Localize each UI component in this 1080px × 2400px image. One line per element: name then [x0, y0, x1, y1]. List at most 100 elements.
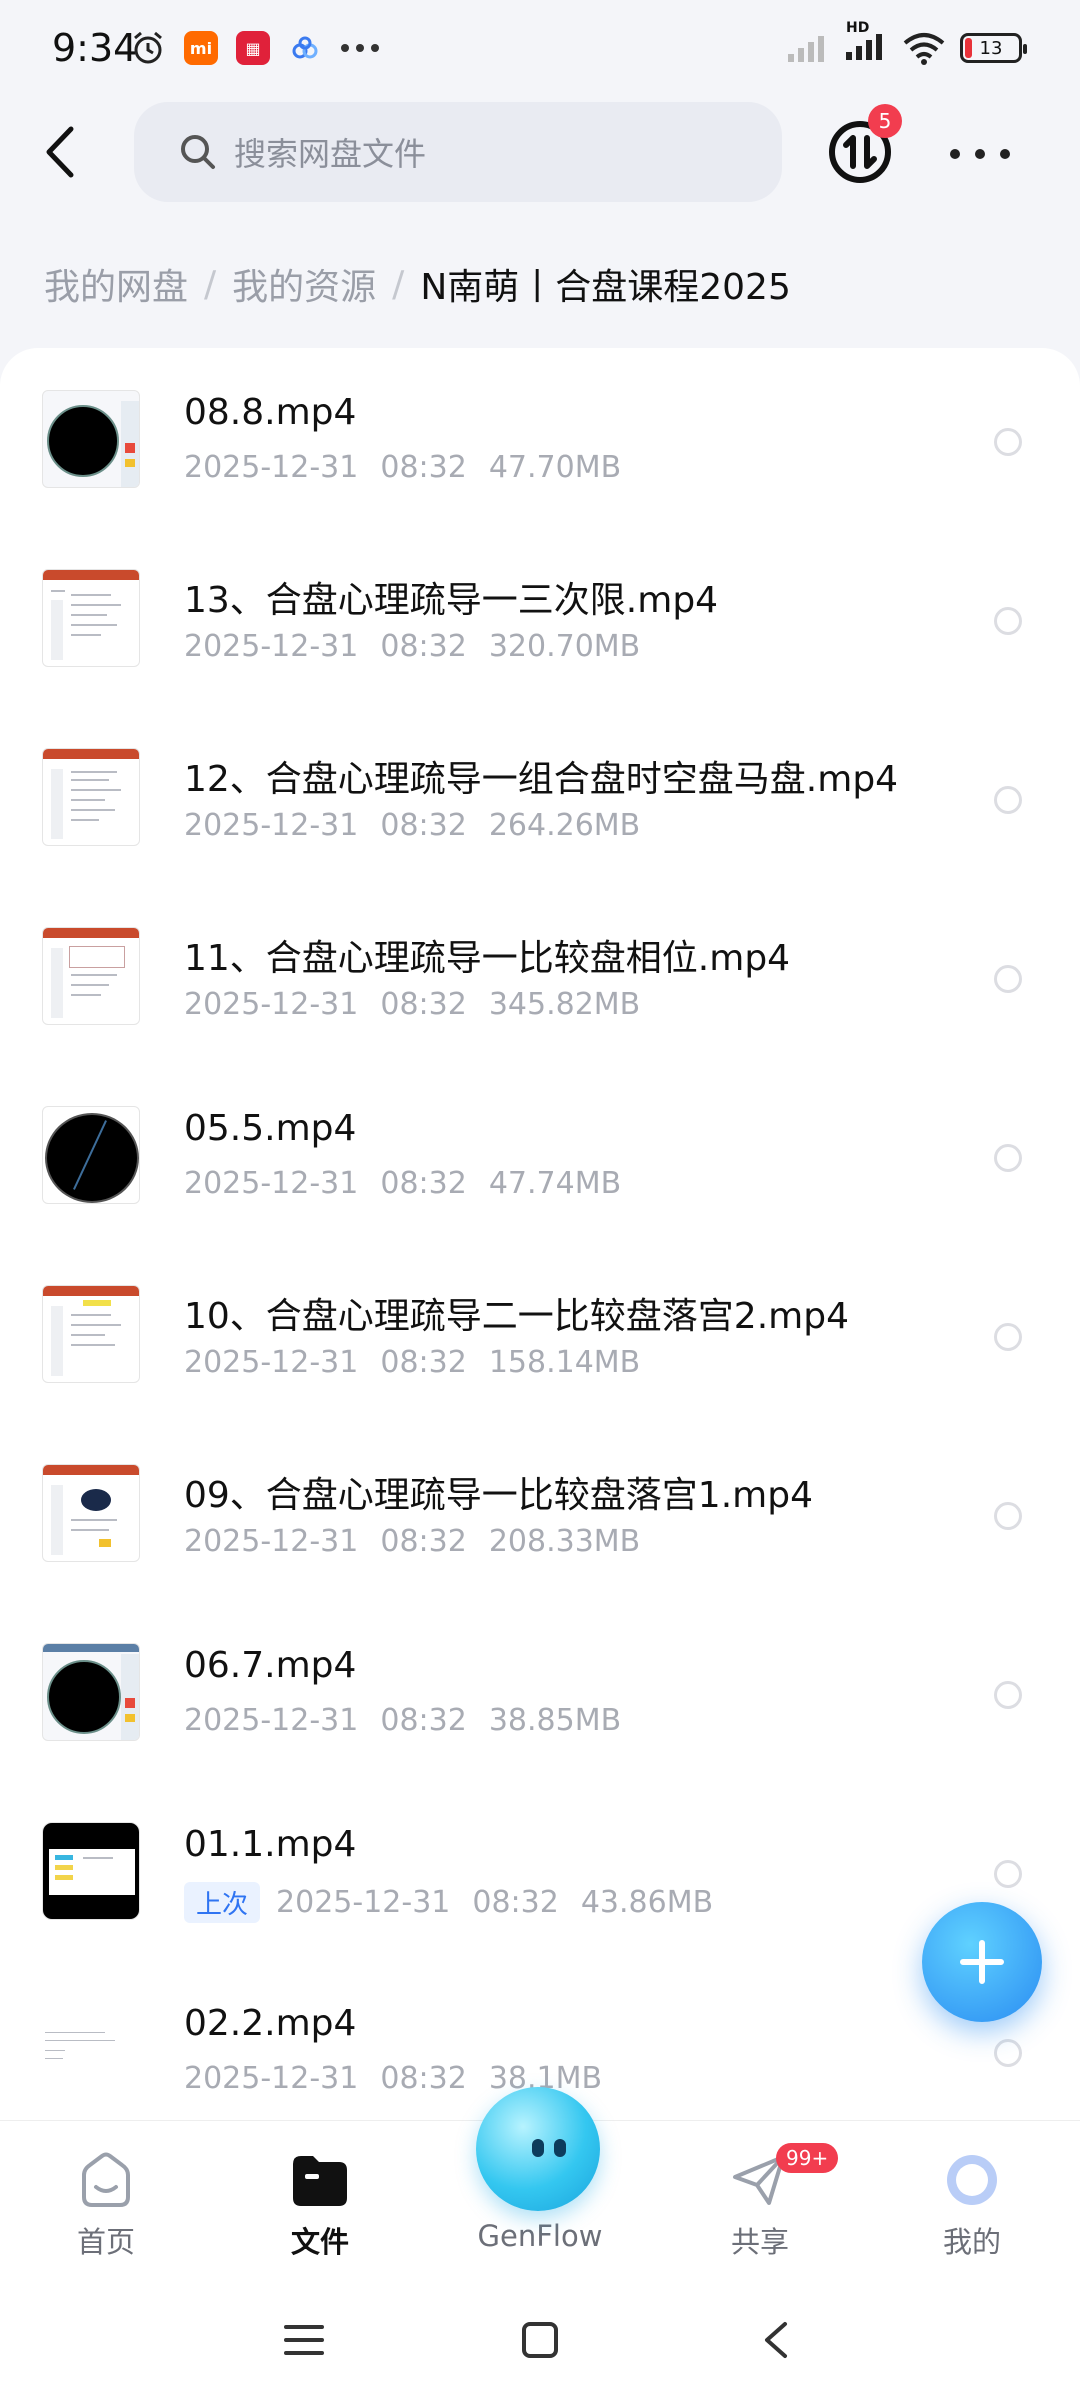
nav-share[interactable]: 共享 99+: [680, 2143, 840, 2261]
file-row[interactable]: 05.5.mp4 2025-12-31 08:32 47.74MB: [0, 1064, 1080, 1244]
plus-icon: [960, 1940, 1004, 1984]
file-time: 08:32: [380, 987, 467, 1022]
breadcrumb-my-resources[interactable]: 我的资源: [232, 258, 376, 310]
file-name: 12、合盘心理疏导一组合盘时空盘马盘.mp4: [184, 759, 899, 800]
pinduoduo-app-icon: ▦: [236, 31, 270, 65]
search-input[interactable]: 搜索网盘文件: [134, 102, 782, 202]
back-system-button[interactable]: [746, 2310, 806, 2370]
file-row[interactable]: 13、合盘心理疏导一三次限.mp4 2025-12-31 08:32 320.7…: [0, 527, 1080, 707]
menu-icon: [284, 2325, 324, 2355]
nav-profile[interactable]: 我的: [892, 2149, 1052, 2261]
file-date: 2025-12-31: [184, 629, 359, 664]
file-meta: 2025-12-31 08:32 264.26MB: [184, 808, 640, 843]
video-thumbnail: [42, 1464, 140, 1562]
share-badge: 99+: [776, 2143, 839, 2173]
header: 搜索网盘文件 5: [0, 100, 1080, 208]
file-meta: 2025-12-31 08:32 158.14MB: [184, 1345, 640, 1380]
file-name: 08.8.mp4: [184, 392, 357, 433]
more-notifications-icon: [341, 44, 379, 52]
home-system-button[interactable]: [510, 2310, 570, 2370]
file-name: 05.5.mp4: [184, 1108, 357, 1149]
file-row[interactable]: 10、合盘心理疏导二一比较盘落宫2.mp4 2025-12-31 08:32 1…: [0, 1243, 1080, 1423]
file-list: 08.8.mp4 2025-12-31 08:32 47.70MB 13、合盘心…: [0, 348, 1080, 2120]
breadcrumb-separator: /: [392, 263, 405, 305]
file-size: 320.70MB: [488, 629, 641, 664]
folder-icon: [240, 2149, 400, 2211]
breadcrumb: 我的网盘 / 我的资源 / N南萌丨合盘课程2025: [44, 258, 791, 310]
select-checkbox[interactable]: [994, 2039, 1022, 2067]
status-bar: 9:34 mi ▦ HD 13: [0, 0, 1080, 100]
cloud-app-icon: [292, 36, 318, 59]
file-date: 2025-12-31: [184, 450, 359, 485]
menu-button[interactable]: [274, 2310, 334, 2370]
video-thumbnail: [42, 1285, 140, 1383]
file-time: 08:32: [380, 2061, 467, 2096]
profile-icon: [892, 2149, 1052, 2211]
select-checkbox[interactable]: [994, 1144, 1022, 1172]
select-checkbox[interactable]: [994, 428, 1022, 456]
file-time: 08:32: [380, 629, 467, 664]
signal-hd-icon: HD: [844, 20, 888, 66]
file-name: 02.2.mp4: [184, 2003, 357, 2044]
file-time: 08:32: [380, 450, 467, 485]
file-row[interactable]: 06.7.mp4 2025-12-31 08:32 38.85MB: [0, 1601, 1080, 1781]
more-dot: [1000, 149, 1010, 159]
nav-home-label: 首页: [76, 2225, 135, 2259]
nav-home[interactable]: 首页: [26, 2149, 186, 2261]
file-row[interactable]: 11、合盘心理疏导一比较盘相位.mp4 2025-12-31 08:32 345…: [0, 885, 1080, 1065]
select-checkbox[interactable]: [994, 965, 1022, 993]
select-checkbox[interactable]: [994, 1502, 1022, 1530]
orb-eye: [532, 2139, 544, 2157]
select-checkbox[interactable]: [994, 1860, 1022, 1888]
file-size: 345.82MB: [488, 987, 641, 1022]
file-row[interactable]: 08.8.mp4 2025-12-31 08:32 47.70MB: [0, 348, 1080, 528]
select-checkbox[interactable]: [994, 786, 1022, 814]
file-date: 2025-12-31: [184, 1345, 359, 1380]
nav-files[interactable]: 文件: [240, 2149, 400, 2261]
file-size: 158.14MB: [488, 1345, 641, 1380]
file-meta: 2025-12-31 08:32 47.70MB: [184, 450, 621, 485]
video-thumbnail: [42, 390, 140, 488]
alarm-icon: [134, 31, 162, 64]
file-time: 08:32: [380, 1524, 467, 1559]
search-placeholder: 搜索网盘文件: [234, 135, 427, 173]
file-size: 264.26MB: [488, 808, 641, 843]
file-size: 38.85MB: [488, 1703, 622, 1738]
select-checkbox[interactable]: [994, 1681, 1022, 1709]
genflow-orb[interactable]: [476, 2087, 600, 2211]
system-nav-bar: [0, 2270, 1080, 2400]
select-checkbox[interactable]: [994, 1323, 1022, 1351]
video-thumbnail: [42, 748, 140, 846]
file-meta: 2025-12-31 08:32 345.82MB: [184, 987, 640, 1022]
file-name: 11、合盘心理疏导一比较盘相位.mp4: [184, 938, 791, 979]
video-thumbnail: [42, 927, 140, 1025]
file-meta: 上次 2025-12-31 08:32 43.86MB: [184, 1882, 713, 1923]
more-options-button[interactable]: [950, 136, 1010, 172]
back-button[interactable]: [30, 120, 90, 184]
breadcrumb-current-folder: N南萌丨合盘课程2025: [420, 267, 791, 308]
orb-eye: [554, 2139, 566, 2157]
breadcrumb-my-drive[interactable]: 我的网盘: [44, 258, 188, 310]
file-size: 208.33MB: [488, 1524, 641, 1559]
transfer-list-button[interactable]: 5: [826, 104, 902, 186]
file-row[interactable]: 01.1.mp4 上次 2025-12-31 08:32 43.86MB: [0, 1780, 1080, 1960]
wifi-icon: [903, 33, 945, 65]
file-row[interactable]: 12、合盘心理疏导一组合盘时空盘马盘.mp4 2025-12-31 08:32 …: [0, 706, 1080, 886]
file-row[interactable]: 09、合盘心理疏导一比较盘落宫1.mp4 2025-12-31 08:32 20…: [0, 1422, 1080, 1602]
select-checkbox[interactable]: [994, 607, 1022, 635]
battery-fill: [965, 38, 972, 58]
file-date: 2025-12-31: [184, 1524, 359, 1559]
file-date: 2025-12-31: [184, 2061, 359, 2096]
video-thumbnail: [42, 1106, 140, 1204]
chevron-left-icon: [46, 126, 74, 178]
bottom-nav: 首页 文件 GenFlow 共享 99+ 我的: [0, 2087, 1080, 2271]
more-dot: [975, 149, 985, 159]
file-time: 08:32: [380, 1166, 467, 1201]
file-name: 13、合盘心理疏导一三次限.mp4: [184, 580, 719, 621]
file-time: 08:32: [380, 808, 467, 843]
file-date: 2025-12-31: [184, 808, 359, 843]
status-left-icons: mi ▦: [130, 30, 380, 66]
add-button[interactable]: [922, 1902, 1042, 2022]
nav-genflow-label: GenFlow: [477, 2219, 603, 2253]
file-time: 08:32: [380, 1345, 467, 1380]
